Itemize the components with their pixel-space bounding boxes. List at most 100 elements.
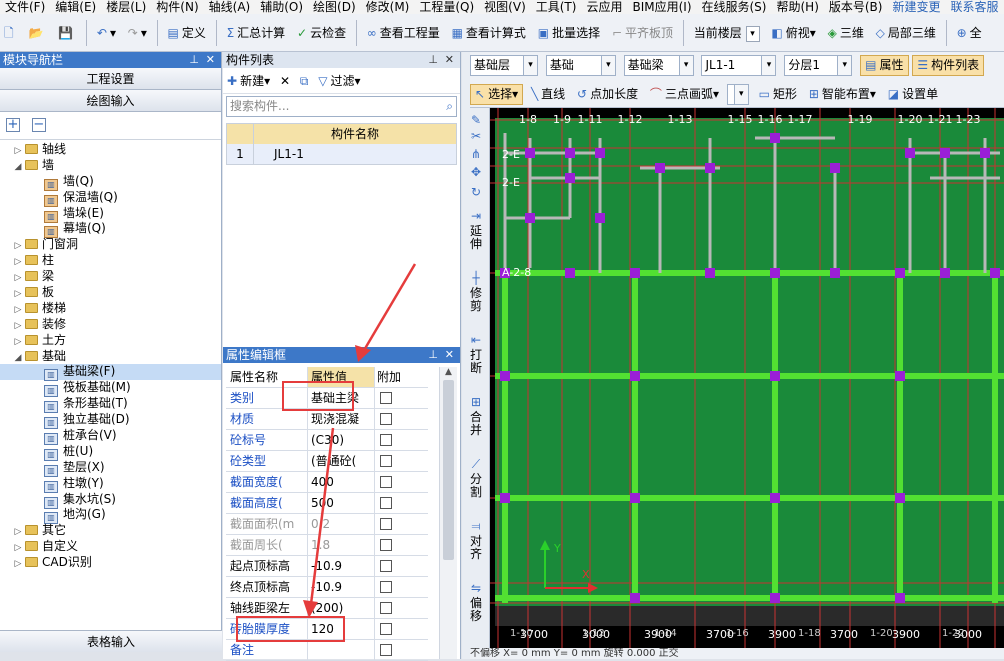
tree-item[interactable]: ▥ 筏板基础(M) [0, 380, 221, 398]
menu-item[interactable]: 云应用 [581, 1, 627, 14]
save-icon[interactable]: 💾 [54, 14, 80, 51]
close-icon[interactable]: ✕ [206, 52, 215, 68]
type-select[interactable]: 基础梁 ▾ [623, 55, 694, 76]
property-value[interactable]: 现浇混凝 [308, 409, 375, 429]
property-row[interactable]: 终点顶标高 -10.9 [226, 577, 428, 598]
tree-folder[interactable]: ▷ 土方 [0, 333, 221, 349]
menu-item[interactable]: 文件(F) [0, 1, 50, 14]
property-value[interactable]: 500 [308, 493, 375, 513]
tree-folder[interactable]: ▷ 装修 [0, 317, 221, 333]
collapse-all-icon[interactable]: − [31, 118, 46, 132]
arc-button[interactable]: ⌒ 三点画弧▾ [646, 84, 723, 105]
pin-icon[interactable]: ⊥ [428, 52, 438, 68]
tree-item[interactable]: ▥ 条形基础(T) [0, 396, 221, 414]
flat-slab-button[interactable]: ⌐ 平齐板顶 [608, 14, 677, 51]
close-icon[interactable]: ✕ [445, 347, 454, 363]
menu-item[interactable]: BIM应用(I) [627, 1, 696, 14]
current-floor-button[interactable]: 当前楼层 ▾ [690, 14, 764, 51]
view-formula-button[interactable]: ▦ 查看计算式 [448, 14, 530, 51]
scroll-thumb[interactable] [443, 380, 454, 560]
rect-button[interactable]: ▭ 矩形 [755, 84, 801, 105]
tree-item[interactable]: ▥ 墙(Q) [0, 174, 221, 191]
tree-folder[interactable]: ▷ 柱 [0, 253, 221, 269]
menu-item[interactable]: 在线服务(S) [697, 1, 772, 14]
sum-calc-button[interactable]: Σ 汇总计算 [223, 14, 290, 51]
tree-folder[interactable]: ▷ 自定义 [0, 539, 221, 555]
component-select[interactable]: JL1-1 ▾ [701, 55, 777, 76]
menu-item[interactable]: 修改(M) [361, 1, 415, 14]
batch-select-button[interactable]: ▣ 批量选择 [534, 14, 604, 51]
property-value[interactable]: (C30) [308, 430, 375, 450]
select-button[interactable]: ↖ 选择▾ [470, 84, 524, 105]
tree-item[interactable]: ▥ 桩(U) [0, 444, 221, 461]
extra-checkbox[interactable] [380, 455, 392, 467]
layer-select[interactable]: 基础层 ▾ [470, 55, 538, 76]
property-row[interactable]: 截面周长(1.8 [226, 535, 428, 556]
component-search-input[interactable]: 搜索构件... ⌕ [226, 96, 457, 117]
extra-checkbox[interactable] [380, 497, 392, 509]
extra-checkbox[interactable] [380, 539, 392, 551]
point-length-button[interactable]: ↺ 点加长度 [573, 84, 642, 105]
property-row[interactable]: 材质 现浇混凝 [226, 409, 428, 430]
property-row[interactable]: 截面面积(m 0.2 [226, 514, 428, 535]
menu-item[interactable]: 楼层(L) [101, 1, 151, 14]
extra-checkbox[interactable] [380, 602, 392, 614]
side-tool-button[interactable]: ⊞合并合并 [462, 392, 490, 454]
menu-item[interactable]: 帮助(H) [771, 1, 823, 14]
property-row[interactable]: 备注 [226, 640, 428, 661]
component-list-toggle[interactable]: ☰ 构件列表 [912, 55, 985, 76]
tree-folder[interactable]: ▷ 板 [0, 285, 221, 301]
expand-all-icon[interactable]: + [6, 118, 20, 132]
property-row[interactable]: 起点顶标高 -10.9 [226, 556, 428, 577]
scissors-icon[interactable]: ✂ [462, 130, 490, 148]
menu-item[interactable]: 构件(N) [151, 1, 203, 14]
tree-item[interactable]: ▥ 垫层(X) [0, 460, 221, 477]
property-row[interactable]: 截面高度(500 [226, 493, 428, 514]
new-file-icon[interactable]: 🗋 [0, 14, 21, 51]
drawing-input-button[interactable]: 绘图输入 [0, 90, 221, 112]
menu-item[interactable]: 辅助(O) [255, 1, 308, 14]
property-row[interactable]: 截面宽度(400 [226, 472, 428, 493]
tree-folder[interactable]: ▷ 门窗洞 [0, 237, 221, 253]
extra-checkbox[interactable] [380, 581, 392, 593]
property-scrollbar[interactable]: ▲ [439, 367, 457, 659]
extra-checkbox[interactable] [380, 476, 392, 488]
category-select[interactable]: 基础 ▾ [545, 55, 616, 76]
tree-item[interactable]: ▥ 地沟(G) [0, 507, 221, 525]
sublayer-select[interactable]: 分层1 ▾ [784, 55, 853, 76]
menu-item[interactable]: 绘图(D) [308, 1, 361, 14]
tree-folder[interactable]: ▷ CAD识别 [0, 555, 221, 571]
tree-folder[interactable]: ◢ 墙 [0, 158, 221, 174]
menu-item[interactable]: 工程量(Q) [414, 1, 479, 14]
move-icon[interactable]: ✥ [462, 166, 490, 186]
tree-item[interactable]: ▥ 独立基础(D) [0, 412, 221, 430]
view-quantity-button[interactable]: ∞ 查看工程量 [363, 14, 444, 51]
extra-checkbox[interactable] [380, 392, 392, 404]
property-value[interactable]: 0.2 [308, 514, 375, 534]
pin-icon[interactable]: ⊥ [428, 347, 438, 363]
property-row[interactable]: 砼类型 (普通砼( [226, 451, 428, 472]
extra-checkbox[interactable] [380, 644, 392, 656]
full-button[interactable]: ⊕ 全 [953, 14, 986, 51]
side-tool-button[interactable]: ⟋分割分割 [462, 454, 490, 516]
local-3d-button[interactable]: ◇ 局部三维 [872, 14, 940, 51]
mirror-icon[interactable]: ⋔ [462, 148, 490, 166]
redo-icon[interactable]: ↷ ▾ [124, 14, 151, 51]
drawing-canvas[interactable]: 1-8 1-9 1-11 1-12 1-13 1-15 1-16 1-17 1-19 1-20 1-… [490, 108, 1004, 648]
extra-checkbox[interactable] [380, 518, 392, 530]
tree-item[interactable]: ▥ 保温墙(Q) [0, 190, 221, 207]
side-tool-button[interactable]: ⇥延伸延伸 [462, 206, 490, 268]
menu-item[interactable]: 联系客服 [946, 1, 1004, 14]
tree-item[interactable]: ▥ 桩承台(V) [0, 428, 221, 446]
cloud-check-button[interactable]: ✓ 云检查 [293, 14, 350, 51]
tree-item[interactable]: ▥ 柱墩(Y) [0, 476, 221, 493]
property-value[interactable]: 1.8 [308, 535, 375, 555]
close-icon[interactable]: ✕ [445, 52, 454, 68]
tree-item[interactable]: ▥ 幕墙(Q) [0, 221, 221, 239]
three-d-button[interactable]: ◈ 三维 [824, 14, 868, 51]
rotate-icon[interactable]: ↻ [462, 186, 490, 206]
table-input-button[interactable]: 表格输入 [0, 630, 222, 652]
menu-item[interactable]: 工具(T) [531, 1, 582, 14]
top-view-button[interactable]: ◧ 俯视▾ [767, 14, 819, 51]
pin-icon[interactable]: ⊥ [189, 52, 199, 68]
